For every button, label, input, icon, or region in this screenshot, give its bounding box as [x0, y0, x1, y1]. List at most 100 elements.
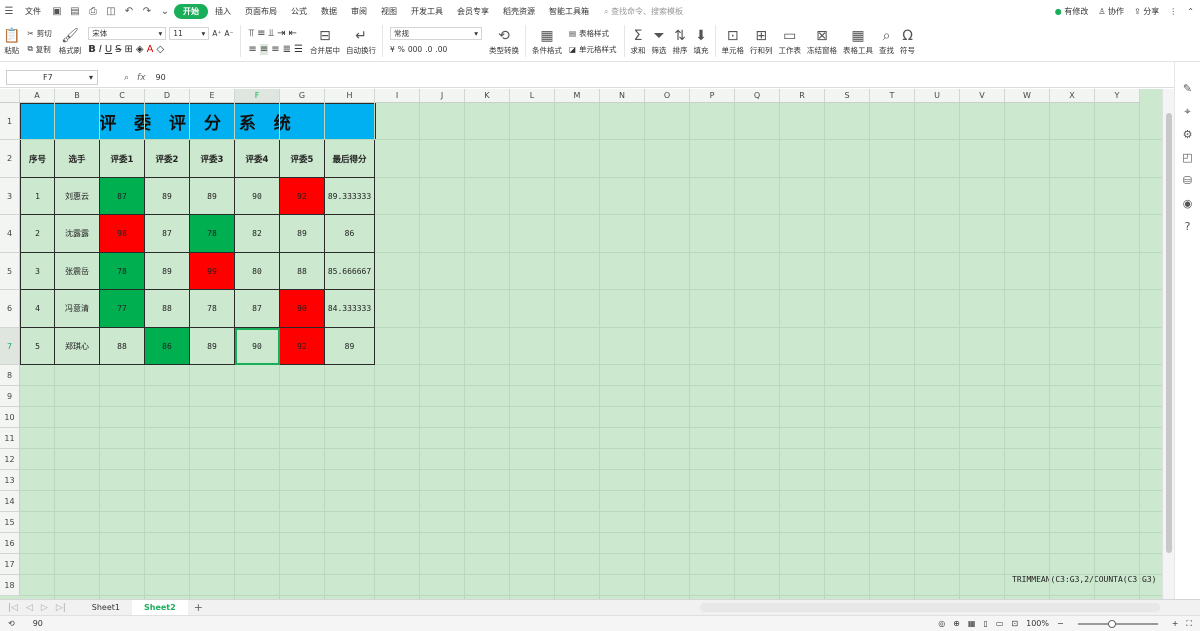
column-header-I[interactable]: I: [375, 89, 420, 103]
has-changes-button[interactable]: ● 有修改: [1055, 6, 1089, 17]
tab-data[interactable]: 数据: [314, 6, 344, 17]
table-header-cell[interactable]: 评委5: [280, 140, 325, 178]
align-middle-icon[interactable]: ≡: [257, 28, 265, 39]
sheet-grid[interactable]: 评 委 评 分 系 统 TRIMMEAN(C3:G3,2/COUNTA(C3:G…: [0, 89, 1162, 599]
row-header-1[interactable]: 1: [0, 103, 20, 140]
tab-view[interactable]: 视图: [374, 6, 404, 17]
table-cell[interactable]: 88: [100, 328, 145, 365]
zoom-icon[interactable]: ⌕: [124, 73, 129, 83]
location-icon[interactable]: ◉: [1183, 197, 1193, 213]
symbol-button[interactable]: Ω 符号: [900, 22, 915, 60]
table-cell[interactable]: 冯意清: [55, 290, 100, 328]
column-header-A[interactable]: A: [20, 89, 55, 103]
tab-developer[interactable]: 开发工具: [404, 6, 450, 17]
font-color-icon[interactable]: A: [147, 44, 154, 55]
row-header-4[interactable]: 4: [0, 215, 20, 253]
cell-style-button[interactable]: ◪ 单元格样式: [569, 41, 617, 57]
column-header-S[interactable]: S: [825, 89, 870, 103]
row-header-10[interactable]: 10: [0, 407, 20, 428]
align-center-icon[interactable]: ≡: [259, 43, 269, 55]
table-cell[interactable]: 85.666667: [325, 253, 375, 290]
style-icon[interactable]: ✎: [1183, 82, 1192, 98]
fill-button[interactable]: ⬇ 填充: [694, 22, 709, 60]
first-sheet-icon[interactable]: |◁: [8, 603, 18, 613]
column-header-F[interactable]: F: [235, 89, 280, 103]
thousands-icon[interactable]: 000: [408, 45, 422, 54]
column-header-Q[interactable]: Q: [735, 89, 780, 103]
column-header-C[interactable]: C: [100, 89, 145, 103]
page-view-icon[interactable]: ▯: [983, 619, 987, 628]
eye-icon[interactable]: ◎: [938, 619, 945, 628]
table-cell[interactable]: 张震岳: [55, 253, 100, 290]
row-header-13[interactable]: 13: [0, 470, 20, 491]
table-header-cell[interactable]: 序号: [20, 140, 55, 178]
table-header-cell[interactable]: 评委2: [145, 140, 190, 178]
table-cell[interactable]: 98: [100, 215, 145, 253]
table-cell[interactable]: 88: [280, 253, 325, 290]
row-header-7[interactable]: 7: [0, 328, 20, 365]
select-icon[interactable]: ⌖: [1184, 105, 1190, 121]
worksheet-button[interactable]: ▭ 工作表: [779, 22, 802, 60]
tab-page-layout[interactable]: 页面布局: [238, 6, 284, 17]
column-header-Y[interactable]: Y: [1095, 89, 1140, 103]
currency-icon[interactable]: ¥: [390, 45, 395, 54]
distribute-icon[interactable]: ☰: [294, 44, 303, 55]
column-header-T[interactable]: T: [870, 89, 915, 103]
bold-icon[interactable]: B: [88, 44, 96, 55]
table-header-cell[interactable]: 选手: [55, 140, 100, 178]
underline-icon[interactable]: U: [105, 44, 112, 55]
table-cell[interactable]: 沈露露: [55, 215, 100, 253]
column-header-P[interactable]: P: [690, 89, 735, 103]
tab-docer[interactable]: 稻壳资源: [496, 6, 542, 17]
zoom-slider[interactable]: [1077, 619, 1158, 628]
cells-button[interactable]: ⊡ 单元格: [722, 22, 745, 60]
tab-member[interactable]: 会员专享: [450, 6, 496, 17]
menu-icon[interactable]: ☰: [2, 4, 16, 18]
sum-button[interactable]: Σ 求和: [631, 22, 646, 60]
row-header-18[interactable]: 18: [0, 575, 20, 596]
table-tools-button[interactable]: ▦ 表格工具: [843, 22, 873, 60]
column-header-W[interactable]: W: [1005, 89, 1050, 103]
next-sheet-icon[interactable]: ▷: [41, 603, 48, 613]
vertical-scrollbar[interactable]: [1162, 89, 1174, 599]
row-header-6[interactable]: 6: [0, 290, 20, 328]
save-icon[interactable]: ▣: [50, 4, 64, 18]
language-icon[interactable]: ⊕: [953, 619, 960, 628]
table-cell[interactable]: 87: [235, 290, 280, 328]
italic-icon[interactable]: I: [99, 44, 102, 55]
collab-button[interactable]: ♙ 协作: [1098, 6, 1124, 17]
zoom-in-icon[interactable]: +: [1172, 619, 1179, 628]
conditional-format-button[interactable]: ▦ 条件格式: [532, 22, 562, 60]
page-break-icon[interactable]: ▭: [996, 619, 1004, 628]
column-header-U[interactable]: U: [915, 89, 960, 103]
column-header-V[interactable]: V: [960, 89, 1005, 103]
row-header-17[interactable]: 17: [0, 554, 20, 575]
outdent-icon[interactable]: ⇤: [288, 28, 296, 39]
column-header-L[interactable]: L: [510, 89, 555, 103]
formula-input[interactable]: 90: [156, 73, 166, 82]
redo-icon[interactable]: ↷: [140, 4, 154, 18]
command-search[interactable]: ⌕ 查找命令、搜索模板: [604, 6, 683, 17]
zoom-knob[interactable]: [1107, 619, 1116, 628]
table-cell[interactable]: 87: [145, 215, 190, 253]
prev-sheet-icon[interactable]: ◁: [26, 603, 33, 613]
find-button[interactable]: ⌕ 查找: [879, 22, 894, 60]
cut-button[interactable]: ✂ 剪切: [27, 25, 51, 41]
clear-format-icon[interactable]: ◇: [156, 44, 164, 55]
row-header-14[interactable]: 14: [0, 491, 20, 512]
paste-button[interactable]: 📋 粘贴: [3, 22, 20, 60]
sort-button[interactable]: ⇅ 排序: [673, 22, 688, 60]
table-cell[interactable]: 78: [190, 290, 235, 328]
filter-button[interactable]: ⏷ 筛选: [652, 22, 667, 60]
table-style-button[interactable]: ▤ 表格样式: [569, 25, 617, 41]
table-cell[interactable]: 82: [235, 215, 280, 253]
select-all-corner[interactable]: [0, 89, 20, 103]
tab-home[interactable]: 开始: [174, 3, 208, 19]
export-pdf-icon[interactable]: ▤: [68, 4, 82, 18]
row-header-15[interactable]: 15: [0, 512, 20, 533]
font-name-select[interactable]: 宋体 ▾: [88, 26, 167, 40]
row-header-3[interactable]: 3: [0, 178, 20, 215]
file-menu[interactable]: 文件: [18, 6, 48, 17]
table-cell[interactable]: 89: [280, 215, 325, 253]
name-box[interactable]: F7 ▾: [6, 70, 98, 85]
